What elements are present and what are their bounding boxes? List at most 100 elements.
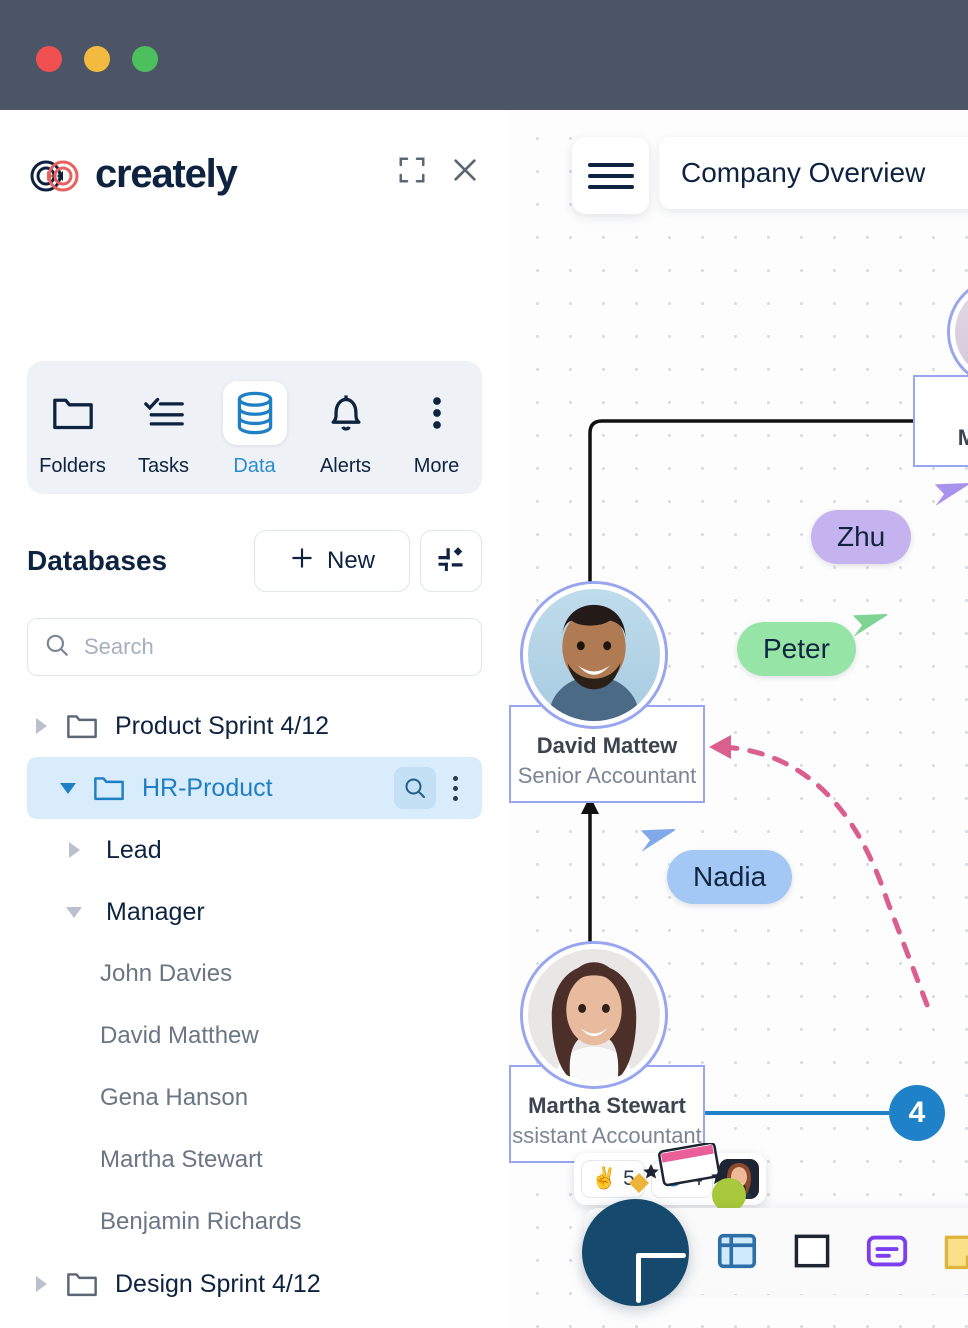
sidebar-nav-folders[interactable]: Folders [27,377,118,478]
tree-item-label: Design Sprint 4/12 [115,1269,321,1298]
minimize-window-button[interactable] [84,46,110,72]
new-database-button[interactable]: New [254,530,410,592]
collaborator-name: Zhu [837,521,886,552]
tree-item-actions [394,767,482,809]
collaborator-label-nadia: Nadia [667,850,793,904]
comment-count: 4 [908,1096,926,1129]
note-tool[interactable] [940,1225,968,1277]
frame-tool[interactable] [714,1225,760,1277]
new-database-label: New [326,547,375,574]
cursor-pointer-zhu [929,474,968,527]
sidebar-header: creately [0,110,509,232]
databases-actions: New [254,530,482,592]
shape-import-icon [436,544,466,579]
kebab-menu-icon[interactable] [442,767,468,809]
diagram-canvas[interactable]: Company Overview Ma David Mattew Senior … [509,110,968,1328]
collaborator-label-zhu: Zhu [811,510,912,564]
app-window: creately Folders Tasks Data Alerts More … [0,0,968,1328]
brand-name: creately [95,152,238,196]
node-manager-partial[interactable]: Ma [913,277,968,467]
folder-icon [65,1269,99,1299]
sidebar-nav-more-label: More [413,455,460,477]
avatar [520,941,668,1089]
tree-item-lead[interactable]: Lead [0,819,509,881]
tree-item-label: David Matthew [100,1022,259,1049]
node-role: Senior Accountant [517,763,697,788]
collaborator-label-peter: Peter [737,622,856,676]
tasks-icon [132,381,196,445]
close-icon[interactable] [449,154,481,186]
sidebar-nav-data[interactable]: Data [209,377,300,478]
tree-record-martha-stewart[interactable]: Martha Stewart [0,1129,509,1191]
plus-icon [289,545,315,578]
sidebar-panel: creately Folders Tasks Data Alerts More … [0,110,509,1328]
card-tool[interactable] [864,1225,910,1277]
database-icon [222,381,287,445]
chevron-down-icon[interactable] [54,782,82,794]
chevron-right-icon[interactable] [27,718,55,734]
sidebar-nav-data-label: Data [233,455,276,477]
expand-icon[interactable] [397,155,427,185]
shape-import-button[interactable] [420,530,482,592]
sidebar-nav-tasks-label: Tasks [137,455,190,477]
tree-item-label: Martha Stewart [100,1146,263,1173]
tree-item-marketing-sprint[interactable]: Marketing Sprint 4/12 [0,1315,509,1328]
tree-record-gena-hanson[interactable]: Gena Hanson [0,1067,509,1129]
node-name: Martha Stewart [528,1093,686,1118]
node-david-mattew[interactable]: David Mattew Senior Accountant [509,581,705,803]
document-title: Company Overview [681,157,926,188]
sidebar-header-actions [397,154,481,186]
tree-item-hr-product[interactable]: HR-Product [27,757,482,819]
tree-item-label: John Davies [100,960,233,987]
creately-logo-icon [27,158,85,192]
tree-item-design-sprint[interactable]: Design Sprint 4/12 [0,1253,509,1315]
databases-header: Databases New [27,528,482,594]
brand-logo: creately [27,152,238,197]
close-window-button[interactable] [36,46,62,72]
node-name: David Mattew [536,733,678,758]
node-name: Ma [957,425,968,450]
search-icon[interactable] [394,767,436,809]
sidebar-nav-more[interactable]: More [391,377,482,478]
sidebar-nav-alerts-label: Alerts [319,455,372,477]
page-title: Databases [27,545,168,576]
traffic-lights [36,46,158,72]
avatar [520,581,668,729]
comment-count-badge[interactable]: 4 [889,1085,945,1141]
sidebar-nav-folders-label: Folders [39,455,106,477]
hamburger-menu-icon [587,156,634,196]
tree-item-label: Manager [106,897,205,926]
tree-item-label: Lead [106,835,162,864]
tree-item-label: HR-Product [142,773,273,802]
window-titlebar [0,0,968,110]
tree-item-label: Benjamin Richards [100,1208,302,1235]
add-shape-fab[interactable] [582,1199,689,1306]
tree-item-label: Product Sprint 4/12 [115,711,330,740]
sidebar-nav-alerts[interactable]: Alerts [300,377,391,478]
shape-tool[interactable] [790,1225,834,1277]
tree-record-john-davies[interactable]: John Davies [0,943,509,1005]
collaborator-name: Peter [763,633,830,664]
sidebar-nav: Folders Tasks Data Alerts More [27,361,482,494]
maximize-window-button[interactable] [132,46,158,72]
folder-icon [92,773,126,803]
collaborator-name: Nadia [693,861,767,892]
tree-item-manager[interactable]: Manager [0,881,509,943]
search-box[interactable] [27,618,482,676]
tree-item-product-sprint[interactable]: Product Sprint 4/12 [0,695,509,757]
tree-record-benjamin-richards[interactable]: Benjamin Richards [0,1191,509,1253]
document-title-bar[interactable]: Company Overview [659,137,968,209]
sidebar-nav-tasks[interactable]: Tasks [118,377,209,478]
chevron-down-icon[interactable] [60,906,88,918]
search-icon [44,632,70,663]
search-input[interactable] [84,634,465,660]
bell-icon [314,381,378,445]
database-tree: Product Sprint 4/12 HR-Product Lead Mana… [0,695,509,1328]
canvas-menu-button[interactable] [572,137,649,214]
tree-item-label: Gena Hanson [100,1084,249,1111]
chevron-right-icon[interactable] [27,1276,55,1292]
folder-icon [41,381,105,445]
chevron-right-icon[interactable] [60,842,88,858]
folder-icon [65,711,99,741]
tree-record-david-matthew[interactable]: David Matthew [0,1005,509,1067]
